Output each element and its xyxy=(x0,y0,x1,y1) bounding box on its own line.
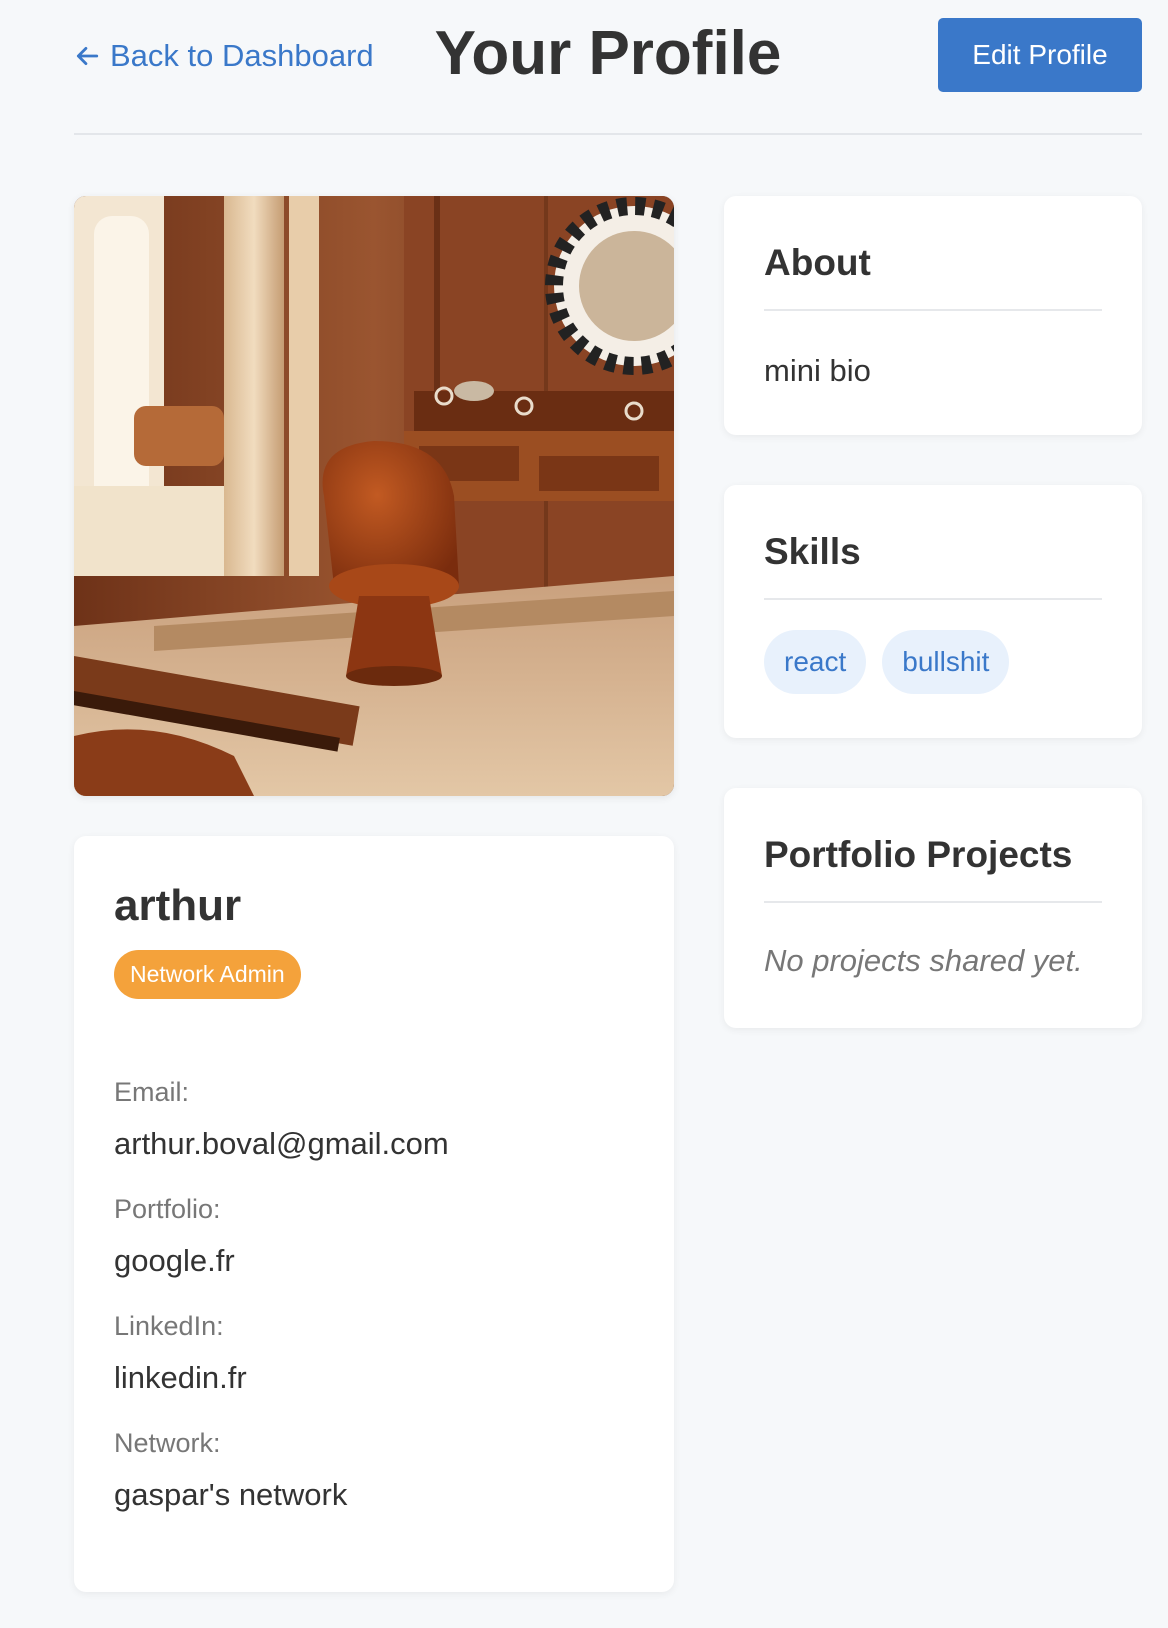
no-projects-message: No projects shared yet. xyxy=(764,943,1083,978)
edit-profile-button[interactable]: Edit Profile xyxy=(938,18,1142,92)
portfolio-projects-card: Portfolio Projects No projects shared ye… xyxy=(724,788,1142,1028)
bio-text: mini bio xyxy=(764,353,871,388)
skill-tag: bullshit xyxy=(882,630,1010,694)
page-header: Back to Dashboard Your Profile Edit Prof… xyxy=(74,18,1142,94)
email-value: arthur.boval@gmail.com xyxy=(114,1126,449,1161)
profile-photo xyxy=(74,196,674,796)
back-to-dashboard-link[interactable]: Back to Dashboard xyxy=(74,38,374,74)
arrow-left-icon xyxy=(76,47,99,65)
role-badge: Network Admin xyxy=(114,950,301,999)
network-value: gaspar's network xyxy=(114,1477,348,1512)
email-label: Email: xyxy=(114,1077,190,1107)
skills-title: Skills xyxy=(764,533,1102,600)
user-name: arthur xyxy=(114,881,242,930)
network-section: Network: gaspar's network xyxy=(114,1428,634,1513)
back-link-label[interactable]: Back to Dashboard xyxy=(110,38,374,74)
portfolio-value: google.fr xyxy=(114,1243,235,1278)
about-title: About xyxy=(764,244,1102,311)
skills-list: react bullshit xyxy=(764,630,1102,694)
portfolio-label: Portfolio: xyxy=(114,1194,221,1224)
linkedin-label: LinkedIn: xyxy=(114,1311,224,1341)
skills-card: Skills react bullshit xyxy=(724,485,1142,738)
header-divider xyxy=(74,133,1142,135)
about-card: About mini bio xyxy=(724,196,1142,435)
linkedin-value: linkedin.fr xyxy=(114,1360,247,1395)
portfolio-projects-title: Portfolio Projects xyxy=(764,836,1102,903)
linkedin-section: LinkedIn: linkedin.fr xyxy=(114,1311,634,1396)
skill-tag: react xyxy=(764,630,867,694)
email-section: Email: arthur.boval@gmail.com xyxy=(114,1077,634,1162)
portfolio-section: Portfolio: google.fr xyxy=(114,1194,634,1279)
network-label: Network: xyxy=(114,1428,221,1458)
profile-info-card: arthur Network Admin Email: arthur.boval… xyxy=(74,836,674,1592)
